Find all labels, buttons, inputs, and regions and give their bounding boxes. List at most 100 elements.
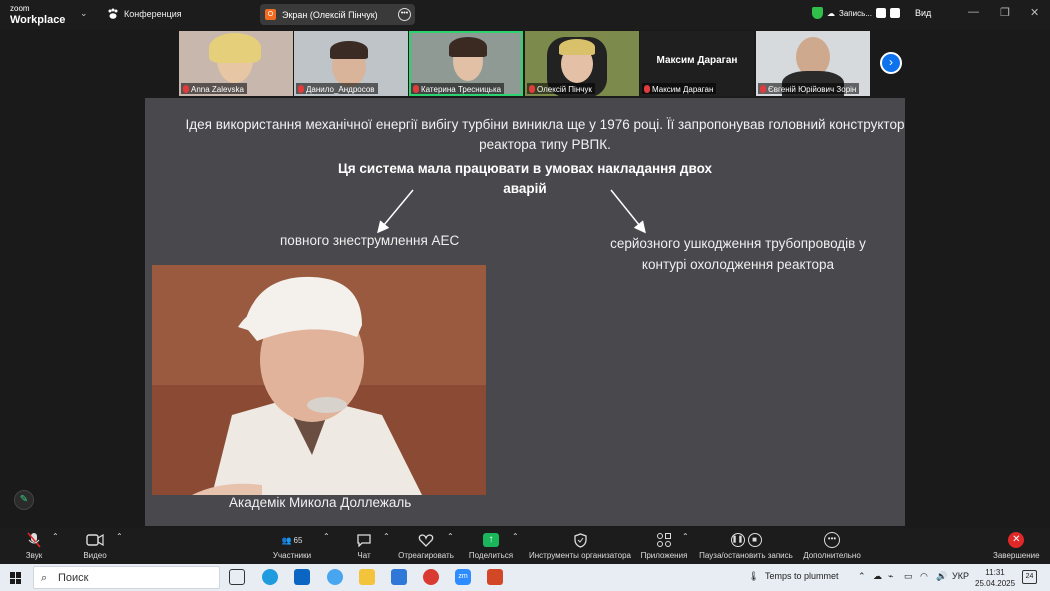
shield-icon xyxy=(528,532,632,548)
share-up-arrow-icon: ↑ xyxy=(483,533,499,547)
share-caret-icon[interactable]: ⌃ xyxy=(512,532,519,541)
task-view-icon[interactable] xyxy=(229,569,245,585)
audio-button[interactable]: Звук xyxy=(22,532,46,560)
conference-label: Конференция xyxy=(124,9,182,19)
clock-time: 11:31 xyxy=(985,568,1005,577)
language-indicator[interactable]: УКР xyxy=(952,571,969,581)
slide-arrows xyxy=(377,189,646,234)
video-tile[interactable]: Anna Zalevska xyxy=(179,31,293,96)
participants-count: 65 xyxy=(293,535,303,545)
conference-info-button[interactable]: Конференция xyxy=(107,8,182,20)
video-tile[interactable]: Данило_Андросов xyxy=(294,31,408,96)
more-options-icon[interactable]: ••• xyxy=(398,8,411,21)
meeting-toolbar: Звук ⌃ Видео ⌃ 👥 65 Участники ⌃ Чат ⌃ От… xyxy=(0,528,1050,564)
battery-icon[interactable]: ▭ xyxy=(904,571,913,582)
pause-stop-recording-button[interactable]: ❚❚ ■ Пауза/остановить запись xyxy=(698,532,794,560)
host-tools-button[interactable]: Инструменты организатора xyxy=(528,532,632,560)
more-button[interactable]: ••• Дополнительно xyxy=(802,532,862,560)
mic-muted-icon xyxy=(413,85,419,93)
taskbar-clock[interactable]: 11:31 25.04.2025 xyxy=(975,567,1015,589)
chrome-icon[interactable] xyxy=(423,569,439,585)
share-label: Поделиться xyxy=(468,551,514,560)
zoom-logo[interactable]: zoom Workplace xyxy=(10,4,66,26)
powerpoint-icon[interactable] xyxy=(487,569,503,585)
chat-button[interactable]: Чат xyxy=(354,532,374,560)
notification-center-icon[interactable]: 24 xyxy=(1022,570,1037,584)
slide-item-left: повного знеструмлення АЕС xyxy=(280,233,460,248)
mic-muted-icon xyxy=(183,85,189,93)
pause-stop-label: Пауза/остановить запись xyxy=(699,551,793,560)
apps-button[interactable]: Приложения xyxy=(640,532,688,560)
share-source-badge: O xyxy=(265,9,276,20)
file-explorer-icon[interactable] xyxy=(359,569,375,585)
participants-label: Участники xyxy=(272,551,312,560)
view-menu-button[interactable]: Вид xyxy=(915,8,931,18)
volume-icon[interactable]: 🔊 xyxy=(936,571,947,582)
clock-date: 25.04.2025 xyxy=(975,579,1016,588)
video-tile-camera-off[interactable]: Максим Дараган Максим Дараган xyxy=(640,31,754,96)
apps-label: Приложения xyxy=(640,551,688,560)
react-button[interactable]: Отреагировать xyxy=(398,532,454,560)
more-label: Дополнительно xyxy=(803,551,861,560)
annotate-pencil-icon[interactable]: ✎ xyxy=(14,490,34,510)
windows-taskbar: ⌕ Поиск zm 🌡 Temps to plummet ⌃ ☁ ⌁ ▭ ◠ … xyxy=(0,564,1050,591)
edge-browser-icon[interactable] xyxy=(262,569,278,585)
tray-chevron-up-icon[interactable]: ⌃ xyxy=(858,571,866,582)
video-options-caret-icon[interactable]: ⌃ xyxy=(116,532,123,541)
outlook-icon[interactable] xyxy=(294,569,310,585)
close-icon[interactable]: ✕ xyxy=(1030,6,1039,19)
apps-caret-icon[interactable]: ⌃ xyxy=(682,532,689,541)
zoom-app-icon[interactable]: zm xyxy=(455,569,471,585)
end-label: Завершение xyxy=(993,551,1040,560)
arrow-left xyxy=(377,189,414,234)
internet-explorer-icon[interactable] xyxy=(327,569,343,585)
weather-label[interactable]: Temps to plummet xyxy=(765,571,839,581)
next-page-arrow-icon[interactable]: › xyxy=(880,52,902,74)
pause-icon: ❚❚ xyxy=(730,533,745,547)
mic-muted-icon xyxy=(644,85,650,93)
stop-recording-icon[interactable] xyxy=(889,8,900,18)
minimize-icon[interactable]: — xyxy=(968,6,979,18)
video-label: Видео xyxy=(83,551,107,560)
paw-icon xyxy=(108,8,118,19)
restore-icon[interactable]: ❐ xyxy=(1000,6,1010,19)
share-label: Экран (Олексій Пінчук) xyxy=(282,9,378,20)
end-meeting-button[interactable]: ✕ Завершение xyxy=(993,532,1040,560)
onedrive-icon[interactable]: ☁ xyxy=(873,571,882,582)
recording-indicator[interactable]: ☁ Запись... xyxy=(812,7,900,19)
share-screen-button[interactable]: ↑ Поделиться xyxy=(468,532,514,560)
store-icon[interactable] xyxy=(391,569,407,585)
audio-options-caret-icon[interactable]: ⌃ xyxy=(52,532,59,541)
chat-caret-icon[interactable]: ⌃ xyxy=(383,532,390,541)
video-tile[interactable]: Олексій Пінчук xyxy=(525,31,639,96)
participants-caret-icon[interactable]: ⌃ xyxy=(323,532,330,541)
apps-icon xyxy=(640,532,688,548)
video-button[interactable]: Видео xyxy=(80,532,110,560)
react-caret-icon[interactable]: ⌃ xyxy=(447,532,454,541)
windows-start-icon[interactable] xyxy=(10,572,22,584)
screen-share-indicator[interactable]: O Экран (Олексій Пінчук) ••• xyxy=(260,4,415,25)
chevron-down-icon[interactable]: ⌄ xyxy=(80,8,88,19)
logo-workplace-text: Workplace xyxy=(10,14,66,26)
video-tile[interactable]: Євгеній Юрійович Зорін xyxy=(756,31,870,96)
participant-name: Катерина Тресницька xyxy=(411,83,505,94)
taskbar-search-box[interactable]: ⌕ Поиск xyxy=(33,566,220,589)
shield-icon xyxy=(812,7,823,19)
thermometer-icon: 🌡 xyxy=(748,571,760,581)
chat-bubble-icon xyxy=(354,532,374,548)
pause-recording-icon[interactable] xyxy=(875,8,886,18)
network-icon[interactable]: ⌁ xyxy=(888,571,893,582)
zoom-top-bar: zoom Workplace ⌄ Конференция O Экран (Ол… xyxy=(0,0,1050,30)
search-placeholder: Поиск xyxy=(58,571,89,584)
participant-name: Максим Дараган xyxy=(642,83,717,94)
participant-name: Євгеній Юрійович Зорін xyxy=(758,83,860,94)
wifi-icon[interactable]: ◠ xyxy=(920,571,928,582)
slide-item-right: серйозного ушкодження трубопроводів у ко… xyxy=(610,236,866,272)
more-dots-icon: ••• xyxy=(802,532,862,548)
host-tools-label: Инструменты организатора xyxy=(529,551,631,560)
video-tile-active-speaker[interactable]: Катерина Тресницька xyxy=(409,31,523,96)
participant-name: Anna Zalevska xyxy=(181,83,247,94)
photo-caption: Академік Микола Доллежаль xyxy=(229,495,412,510)
shared-screen-slide: Ідея використання механічної енергії виб… xyxy=(145,98,905,526)
participants-button[interactable]: 👥 65 Участники xyxy=(270,532,314,561)
